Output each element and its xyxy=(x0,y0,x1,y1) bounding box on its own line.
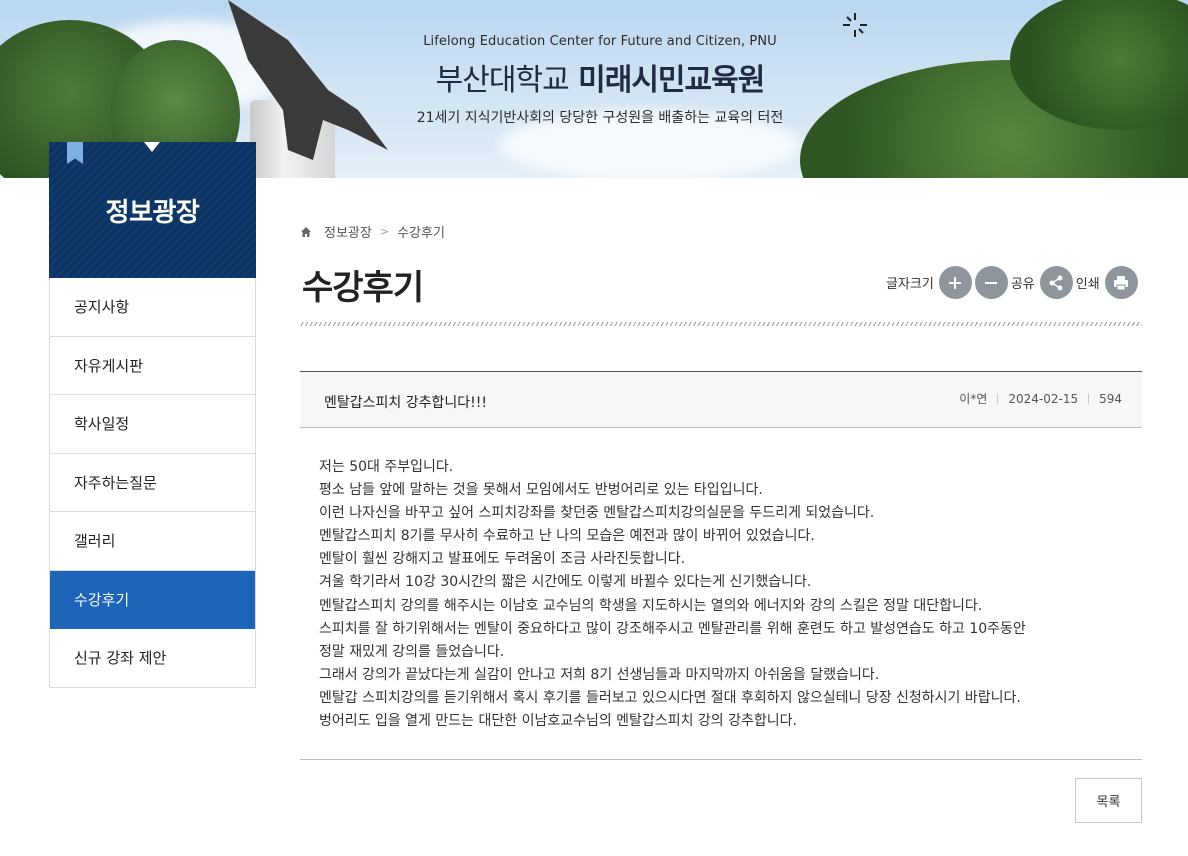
banner-text: Lifelong Education Center for Future and… xyxy=(390,34,810,127)
print-button[interactable] xyxy=(1104,266,1138,299)
sidebar-item-label: 공지사항 xyxy=(74,298,130,317)
page-title: 수강후기 xyxy=(302,268,424,308)
eagle-statue-icon xyxy=(228,0,388,160)
title-divider xyxy=(300,322,1142,326)
sidebar-item-label: 갤러리 xyxy=(74,532,116,551)
post-meta: 이*연 2024-02-15 594 xyxy=(959,390,1122,407)
sidebar-item-gallery[interactable]: 갤러리 xyxy=(50,512,255,571)
post-author: 이*연 xyxy=(959,392,988,406)
post-body-line: 멘탈갑스피치 8기를 무사히 수료하고 난 나의 모습은 예전과 많이 바뀌어 … xyxy=(319,528,815,545)
post-body-line: 평소 남들 앞에 말하는 것을 못해서 모임에서도 반벙어리로 있는 타입입니다… xyxy=(319,482,763,499)
sidebar-item-label: 자유게시판 xyxy=(74,356,144,375)
sidebar-item-course-reviews[interactable]: 수강후기 xyxy=(50,570,255,629)
list-button[interactable]: 목록 xyxy=(1075,778,1142,823)
banner-en-title: Lifelong Education Center for Future and… xyxy=(423,34,777,49)
sidebar-header: 정보광장 xyxy=(49,142,256,278)
breadcrumb-item-current[interactable]: 수강후기 xyxy=(397,222,445,241)
breadcrumb-item-info-plaza[interactable]: 정보광장 xyxy=(324,222,372,241)
sidebar-item-academic-calendar[interactable]: 학사일정 xyxy=(50,395,255,454)
post-body-line: 정말 재밌게 강의를 들었습니다. xyxy=(319,643,505,660)
post-body-line: 멘탈갑스피치 강의를 해주시는 이남호 교수님의 학생을 지도하시는 열의와 에… xyxy=(319,597,983,614)
bookmark-icon xyxy=(67,142,83,164)
sidebar-item-notice[interactable]: 공지사항 xyxy=(50,278,255,337)
breadcrumb: 정보광장 > 수강후기 xyxy=(300,222,445,241)
font-size-label: 글자크기 xyxy=(886,277,934,292)
print-icon xyxy=(1114,275,1129,290)
home-icon[interactable] xyxy=(300,226,312,238)
bottom-divider xyxy=(300,759,1142,760)
post-header: 멘탈갑스피치 강추합니다!!! 이*연 2024-02-15 594 xyxy=(300,371,1142,428)
sidebar-title: 정보광장 xyxy=(105,197,200,228)
sparkle-icon xyxy=(843,13,867,37)
sidebar-item-free-board[interactable]: 자유게시판 xyxy=(50,336,255,395)
banner-ko-title: 부산대학교 미래시민교육원 xyxy=(390,55,810,99)
sidebar-item-label: 신규 강좌 제안 xyxy=(74,649,167,668)
sidebar-item-faq[interactable]: 자주하는질문 xyxy=(50,453,255,512)
banner-ko-title-part2: 미래시민교육원 xyxy=(578,63,765,98)
banner-ko-title-part1: 부산대학교 xyxy=(435,63,570,98)
sidebar-nav: 공지사항 자유게시판 학사일정 자주하는질문 갤러리 수강후기 신규 강좌 제안 xyxy=(49,278,256,688)
sidebar-notch xyxy=(144,142,160,152)
sidebar-item-label: 수강후기 xyxy=(74,590,130,609)
meta-divider xyxy=(997,393,999,404)
post-body-line: 멘탈갑 스피치강의를 듣기위해서 혹시 후기를 들러보고 있으시다면 절대 후회… xyxy=(319,689,1021,706)
banner-subtitle: 21세기 지식기반사회의 당당한 구성원을 배출하는 교육의 터전 xyxy=(416,110,784,126)
sidebar-item-label: 자주하는질문 xyxy=(74,473,157,492)
plus-icon xyxy=(949,276,962,289)
share-icon xyxy=(1049,275,1063,290)
post-title: 멘탈갑스피치 강추합니다!!! xyxy=(324,395,487,411)
post-body-line: 멘탈이 훨씬 강해지고 발표에도 두려움이 조금 사라진듯합니다. xyxy=(319,551,686,568)
meta-divider xyxy=(1088,393,1090,404)
post-body-line: 이런 나자신을 바꾸고 싶어 스피치강좌를 찾던중 멘탈갑스피치강의실문을 두드… xyxy=(319,505,875,522)
post-date: 2024-02-15 xyxy=(1008,391,1079,406)
sidebar-item-label: 학사일정 xyxy=(74,415,130,434)
post-body-line: 스피치를 잘 하기위해서는 멘탈이 중요하다고 많이 강조해주시고 멘탈관리를 … xyxy=(319,620,1026,637)
sidebar-item-new-course-proposal[interactable]: 신규 강좌 제안 xyxy=(50,629,255,688)
minus-icon xyxy=(985,281,998,284)
post-body-line: 겨울 학기라서 10강 30시간의 짧은 시간에도 이렇게 바뀔수 있다는게 신… xyxy=(319,574,812,591)
post-body-line: 저는 50대 주부입니다. xyxy=(319,459,454,475)
post-body-line: 벙어리도 입을 열게 만드는 대단한 이남호교수님의 멘탈갑스피치 강의 강추합… xyxy=(319,713,797,730)
breadcrumb-separator: > xyxy=(379,225,390,238)
print-label: 인쇄 xyxy=(1075,277,1100,292)
share-button[interactable] xyxy=(1039,266,1073,299)
post-views: 594 xyxy=(1099,391,1122,406)
page-tools: 글자크기 공유 인쇄 xyxy=(886,266,1141,299)
post-body: 저는 50대 주부입니다. 평소 남들 앞에 말하는 것을 못해서 모임에서도 … xyxy=(319,456,1129,733)
font-decrease-button[interactable] xyxy=(974,266,1008,299)
share-label: 공유 xyxy=(1010,277,1035,292)
font-increase-button[interactable] xyxy=(938,266,972,299)
post-body-line: 그래서 강의가 끝났다는게 실감이 안나고 저희 8기 선생님들과 마지막까지 … xyxy=(319,666,880,683)
